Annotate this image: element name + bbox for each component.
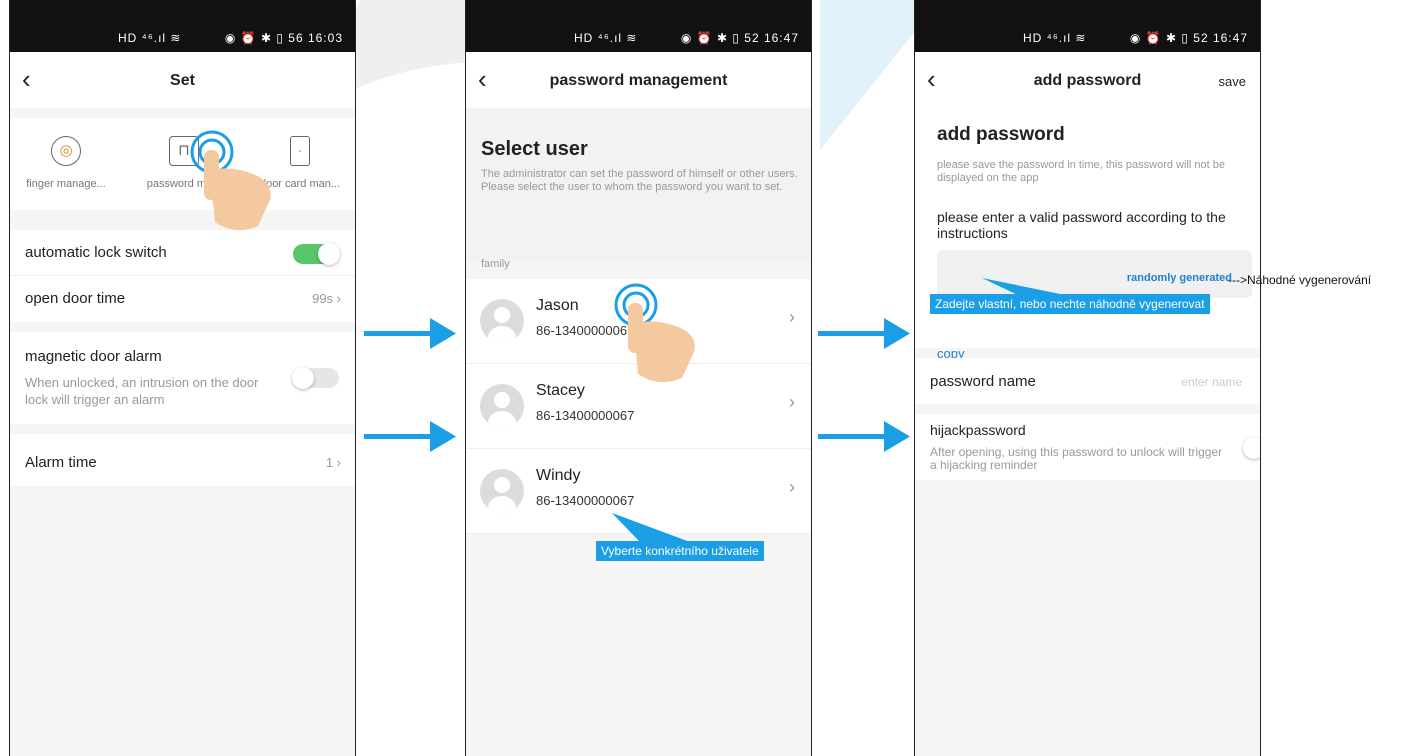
page-title: Set	[170, 72, 195, 89]
tile-label: finger manage...	[26, 178, 106, 190]
callout-enter-password: Zadejte vlastní, nebo nechte náhodně vyg…	[930, 294, 1210, 314]
magnetic-alarm-toggle[interactable]	[292, 367, 339, 389]
row-description: When unlocked, an intrusion on the door …	[25, 375, 259, 407]
user-item-stacey[interactable]: Stacey 86-13400000067 ›	[466, 364, 811, 449]
status-icons: ◉ ⏰ ✱ ▯ 52 16:47	[680, 31, 799, 45]
user-phone: 86-13400000067	[536, 408, 635, 423]
nav-bar: ‹ Set	[10, 52, 355, 108]
instruction-text: please enter a valid password according …	[937, 209, 1226, 241]
row-label: automatic lock switch	[25, 244, 167, 261]
fingerprint-icon: ◎	[51, 136, 81, 166]
settings-group-1: automatic lock switch open door time 99s…	[10, 230, 355, 322]
door-card-icon: ·	[290, 136, 310, 166]
section-heading: Select user	[481, 138, 588, 160]
section-description: The administrator can set the password o…	[481, 168, 798, 193]
arrow-right-icon	[364, 318, 456, 349]
row-description: After opening, using this password to un…	[930, 445, 1223, 472]
nav-bar: ‹ password management	[466, 52, 811, 108]
password-name-row: password name enter name	[915, 358, 1260, 404]
open-door-time-row[interactable]: open door time 99s ›	[10, 276, 355, 322]
page-title: password management	[549, 72, 728, 89]
password-input[interactable]: randomly generated	[937, 250, 1252, 298]
status-icons: ◉ ⏰ ✱ ▯ 56 16:03	[224, 31, 343, 45]
chevron-right-icon: ›	[789, 307, 795, 327]
tile-door-card-management[interactable]: · door card man...	[244, 136, 355, 190]
phone-screen-password-management: HD ⁴⁶.ıl ≋ ◉ ⏰ ✱ ▯ 52 16:47 ‹ password m…	[465, 0, 812, 756]
user-item-windy[interactable]: Windy 86-13400000067 ›	[466, 449, 811, 534]
signal-indicators: HD ⁴⁶.ıl ≋	[118, 31, 182, 45]
automatic-lock-row: automatic lock switch	[10, 230, 355, 276]
row-value: 99s ›	[312, 291, 341, 306]
tile-finger-management[interactable]: ◎ finger manage...	[10, 136, 122, 190]
select-user-header: Select user The administrator can set th…	[466, 108, 811, 260]
phone-screen-settings: HD ⁴⁶.ıl ≋ ◉ ⏰ ✱ ▯ 56 16:03 ‹ Set ◎ fing…	[9, 0, 356, 756]
status-bar: HD ⁴⁶.ıl ≋ ◉ ⏰ ✱ ▯ 56 16:03	[10, 0, 355, 52]
arrow-right-icon	[364, 421, 456, 452]
user-phone: 86-13400000067	[536, 323, 635, 338]
avatar	[480, 299, 524, 343]
user-item-jason[interactable]: Jason 86-13400000067 ›	[466, 279, 811, 364]
row-label: Alarm time	[25, 454, 97, 471]
row-label: password name	[930, 373, 1036, 390]
group-label: family	[481, 258, 510, 270]
save-button[interactable]: save	[1219, 74, 1246, 89]
automatic-lock-toggle[interactable]	[293, 243, 340, 265]
page-title: add password	[1033, 72, 1142, 89]
form-heading: add password	[937, 124, 1065, 145]
row-label: hijackpassword	[930, 422, 1026, 438]
hijack-password-toggle[interactable]	[1243, 437, 1260, 459]
status-icons: ◉ ⏰ ✱ ▯ 52 16:47	[1129, 31, 1248, 45]
save-notice: please save the password in time, this p…	[937, 159, 1225, 184]
avatar	[480, 469, 524, 513]
arrow-right-icon	[818, 421, 910, 452]
arrow-right-icon	[818, 318, 910, 349]
random-generation-label: --->Náhodné vygenerování	[1228, 273, 1372, 287]
tile-label: door card man...	[259, 178, 341, 190]
user-name: Stacey	[536, 382, 585, 399]
tile-password-management[interactable]: ⊓ password ma...	[128, 136, 240, 190]
chevron-right-icon: ›	[789, 392, 795, 412]
alarm-time-row[interactable]: Alarm time 1 ›	[10, 434, 355, 486]
user-name: Windy	[536, 467, 581, 484]
status-bar: HD ⁴⁶.ıl ≋ ◉ ⏰ ✱ ▯ 52 16:47	[915, 0, 1260, 52]
row-value: 1 ›	[325, 455, 341, 470]
row-label: open door time	[25, 290, 126, 307]
signal-indicators: HD ⁴⁶.ıl ≋	[1023, 31, 1087, 45]
user-name: Jason	[536, 297, 579, 314]
avatar	[480, 384, 524, 428]
hijack-password-row: hijackpassword After opening, using this…	[915, 414, 1260, 480]
lock-icon: ⊓	[169, 136, 199, 166]
row-label: magnetic door alarm	[25, 348, 162, 365]
chevron-right-icon: ›	[789, 477, 795, 497]
status-bar: HD ⁴⁶.ıl ≋ ◉ ⏰ ✱ ▯ 52 16:47	[466, 0, 811, 52]
nav-bar: ‹ add password save	[915, 52, 1260, 108]
randomly-generated-button[interactable]: randomly generated	[1127, 272, 1232, 284]
magnetic-alarm-row: magnetic door alarm When unlocked, an in…	[10, 332, 355, 424]
password-name-input[interactable]: enter name	[1181, 375, 1242, 389]
signal-indicators: HD ⁴⁶.ıl ≋	[574, 31, 638, 45]
user-phone: 86-13400000067	[536, 493, 635, 508]
tile-label: password ma...	[146, 178, 222, 190]
phone-screen-add-password: HD ⁴⁶.ıl ≋ ◉ ⏰ ✱ ▯ 52 16:47 ‹ add passwo…	[914, 0, 1261, 756]
callout-select-user: Vyberte konkrétního uživatele	[596, 541, 764, 561]
feature-tiles: ◎ finger manage... ⊓ password ma... · do…	[10, 118, 355, 210]
